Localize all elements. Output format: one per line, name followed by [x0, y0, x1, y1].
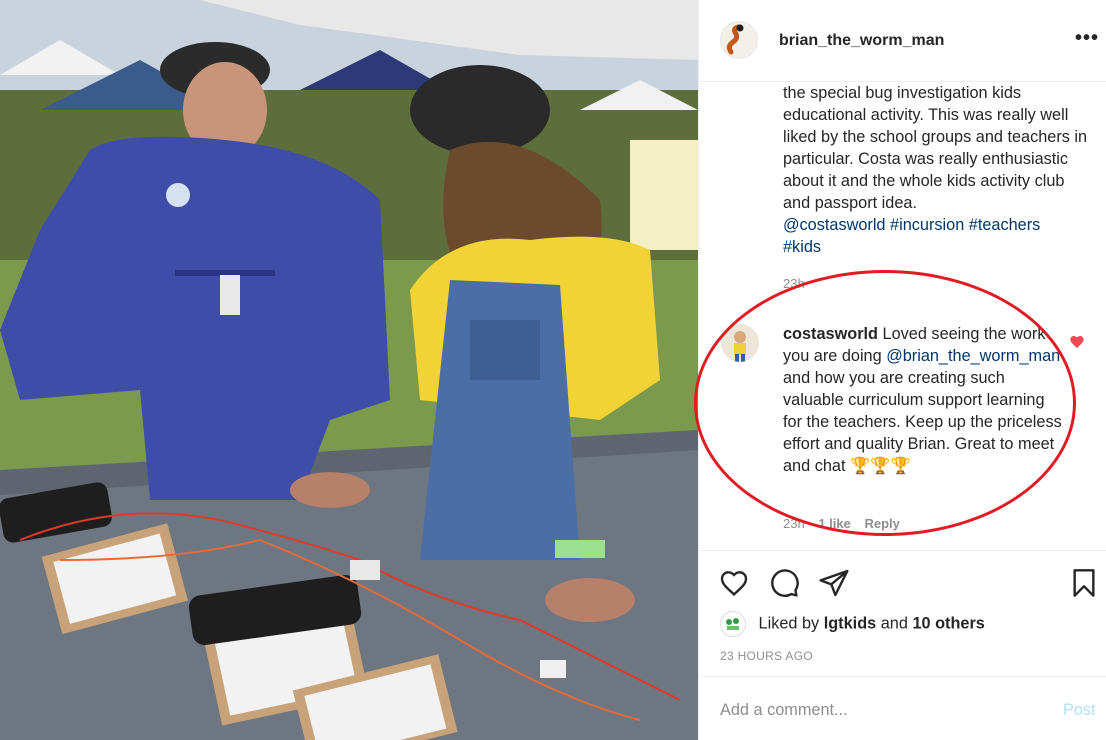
caption-meta: 23h: [783, 276, 815, 291]
commenter-avatar[interactable]: [721, 324, 759, 362]
post-timestamp[interactable]: 23 HOURS AGO: [720, 649, 813, 663]
add-comment-input[interactable]: Add a comment...: [720, 701, 848, 720]
comments-list[interactable]: the special bug investigation kids educa…: [699, 82, 1106, 550]
hashtag-incursion[interactable]: #incursion: [890, 216, 964, 234]
comment-icon[interactable]: [768, 567, 800, 599]
liked-by-and: and: [880, 614, 908, 633]
post-header: brian_the_worm_man •••: [699, 0, 1106, 82]
heart-icon[interactable]: [718, 567, 750, 599]
comment-meta: 23h 1 like Reply: [783, 516, 910, 531]
comment-username[interactable]: costasworld: [783, 325, 878, 343]
post-caption: the special bug investigation kids educa…: [783, 82, 1095, 258]
post-comment-button[interactable]: Post: [1063, 701, 1096, 720]
hashtag-kids[interactable]: #kids: [783, 238, 821, 256]
share-icon[interactable]: [818, 567, 850, 599]
liked-by-user[interactable]: lgtkids: [824, 614, 876, 632]
caption-time: 23h: [783, 276, 805, 291]
liker-avatar[interactable]: [720, 611, 746, 637]
hashtag-teachers[interactable]: #teachers: [969, 216, 1041, 234]
bookmark-icon[interactable]: [1068, 567, 1100, 599]
post-actions: Liked by lgtkids and 10 others 23 HOURS …: [699, 550, 1106, 676]
comment-likes-count[interactable]: 1 like: [818, 516, 851, 531]
comment-body: costasworld Loved seeing the work you ar…: [783, 323, 1063, 477]
trophy-emoji: 🏆🏆🏆: [850, 457, 911, 475]
post-panel: brian_the_worm_man ••• the special bug i…: [698, 0, 1106, 740]
comment-liked-heart-icon[interactable]: [1069, 334, 1085, 350]
liked-by-prefix: Liked by: [758, 614, 820, 633]
reply-button[interactable]: Reply: [864, 516, 899, 531]
liked-by-others[interactable]: 10 others: [912, 614, 984, 632]
post-photo[interactable]: [0, 0, 698, 740]
liked-by-summary: Liked by lgtkids and 10 others: [720, 611, 985, 637]
caption-mention[interactable]: @costasworld: [783, 216, 886, 234]
comment-mention[interactable]: @brian_the_worm_man: [886, 347, 1060, 365]
comment-time: 23h: [783, 516, 805, 531]
caption-text: the special bug investigation kids educa…: [783, 84, 1088, 212]
comment-text-end: and how you are creating such valuable c…: [783, 369, 1062, 475]
worm-avatar-icon[interactable]: [720, 21, 758, 59]
post-author-username[interactable]: brian_the_worm_man: [779, 32, 944, 50]
more-options-icon[interactable]: •••: [1075, 28, 1099, 48]
comment-composer: Add a comment... Post: [699, 676, 1106, 740]
